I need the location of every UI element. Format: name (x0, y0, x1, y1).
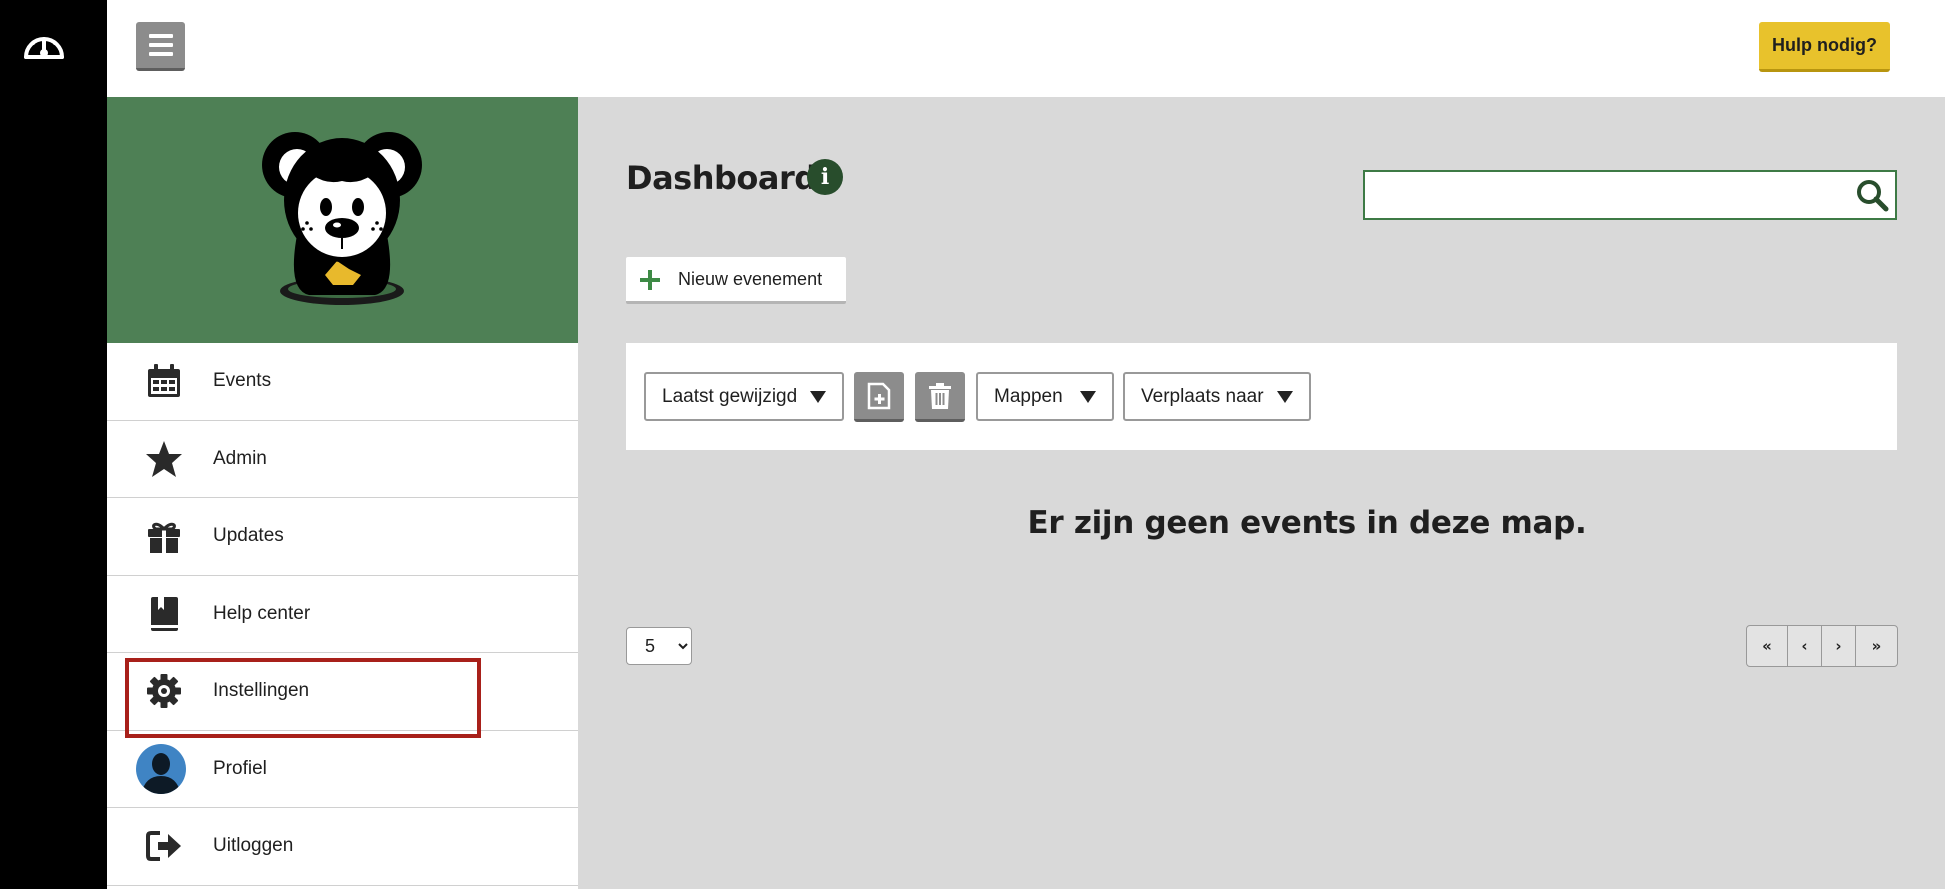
prev-page-button[interactable]: ‹ (1788, 626, 1822, 666)
caret-down-icon (1080, 391, 1096, 403)
sidebar-item-label: Events (213, 370, 272, 392)
sidebar-item-events[interactable]: Events (107, 343, 578, 421)
last-page-button[interactable]: » (1856, 626, 1897, 666)
trash-icon (929, 382, 951, 409)
sort-dropdown[interactable]: Laatst gewijzigd (644, 372, 844, 421)
app-rail (0, 0, 107, 889)
delete-button[interactable] (915, 372, 965, 422)
double-chevron-left-icon: « (1762, 637, 1772, 655)
search-icon[interactable] (1855, 178, 1889, 212)
dashboard-gauge-icon[interactable] (22, 27, 66, 63)
chevron-left-icon: ‹ (1801, 637, 1808, 655)
sidebar-item-help-center[interactable]: Help center (107, 576, 578, 653)
gear-icon (145, 672, 183, 710)
add-document-icon (867, 382, 891, 409)
folders-dropdown[interactable]: Mappen (976, 372, 1114, 421)
sidebar-nav: Events Admin Updates Help center Instell… (107, 343, 578, 886)
first-page-button[interactable]: « (1747, 626, 1788, 666)
sidebar-item-label: Profiel (213, 757, 267, 779)
sidebar-item-label: Updates (213, 525, 284, 547)
pagination: « ‹ › » (1746, 625, 1898, 667)
avatar-icon (136, 743, 186, 794)
search-box (1363, 170, 1897, 220)
top-header: Hulp nodig? (107, 0, 1945, 97)
move-to-dropdown-label: Verplaats naar (1141, 385, 1264, 407)
sort-dropdown-label: Laatst gewijzigd (662, 385, 798, 407)
search-input[interactable] (1365, 172, 1845, 218)
logout-icon (145, 827, 183, 865)
sidebar: Events Admin Updates Help center Instell… (107, 97, 578, 889)
move-to-dropdown[interactable]: Verplaats naar (1123, 372, 1311, 421)
event-toolbar: Laatst gewijzigd Mappen Verplaats naar (626, 343, 1897, 450)
hamburger-icon-bar (148, 34, 173, 38)
sidebar-item-label: Help center (213, 602, 311, 624)
book-icon (145, 595, 183, 633)
sidebar-item-profiel[interactable]: Profiel (107, 731, 578, 808)
caret-down-icon (810, 391, 826, 403)
mouse-mascot-logo (262, 132, 422, 305)
empty-state-message: Er zijn geen events in deze map. (1027, 505, 1587, 541)
next-page-button[interactable]: › (1822, 626, 1856, 666)
star-icon (145, 440, 183, 478)
menu-toggle-button[interactable] (136, 22, 185, 71)
sidebar-item-label: Uitloggen (213, 835, 294, 857)
new-folder-button[interactable] (854, 372, 904, 422)
info-icon[interactable]: i (807, 159, 843, 195)
double-chevron-right-icon: » (1871, 637, 1882, 655)
sidebar-item-uitloggen[interactable]: Uitloggen (107, 808, 578, 886)
sidebar-item-label: Admin (213, 447, 267, 469)
hamburger-icon-bar (148, 52, 173, 56)
help-button[interactable]: Hulp nodig? (1759, 22, 1890, 72)
new-event-button[interactable]: Nieuw evenement (626, 257, 846, 304)
gift-icon (145, 517, 183, 555)
main-content: Dashboard i Nieuw evenement Laatst gewij… (578, 97, 1945, 889)
sidebar-item-updates[interactable]: Updates (107, 498, 578, 576)
new-event-label: Nieuw evenement (678, 268, 823, 289)
hamburger-icon-bar (148, 43, 173, 47)
sidebar-item-instellingen[interactable]: Instellingen (107, 653, 578, 731)
sidebar-item-label: Instellingen (213, 680, 310, 702)
plus-icon (640, 270, 660, 290)
page-title: Dashboard (626, 159, 817, 197)
chevron-right-icon: › (1835, 637, 1842, 655)
folders-dropdown-label: Mappen (994, 385, 1063, 407)
calendar-icon (145, 362, 183, 400)
sidebar-item-admin[interactable]: Admin (107, 421, 578, 498)
sidebar-hero (107, 97, 578, 343)
page-size-select[interactable]: 5 (626, 627, 692, 665)
caret-down-icon (1277, 391, 1293, 403)
